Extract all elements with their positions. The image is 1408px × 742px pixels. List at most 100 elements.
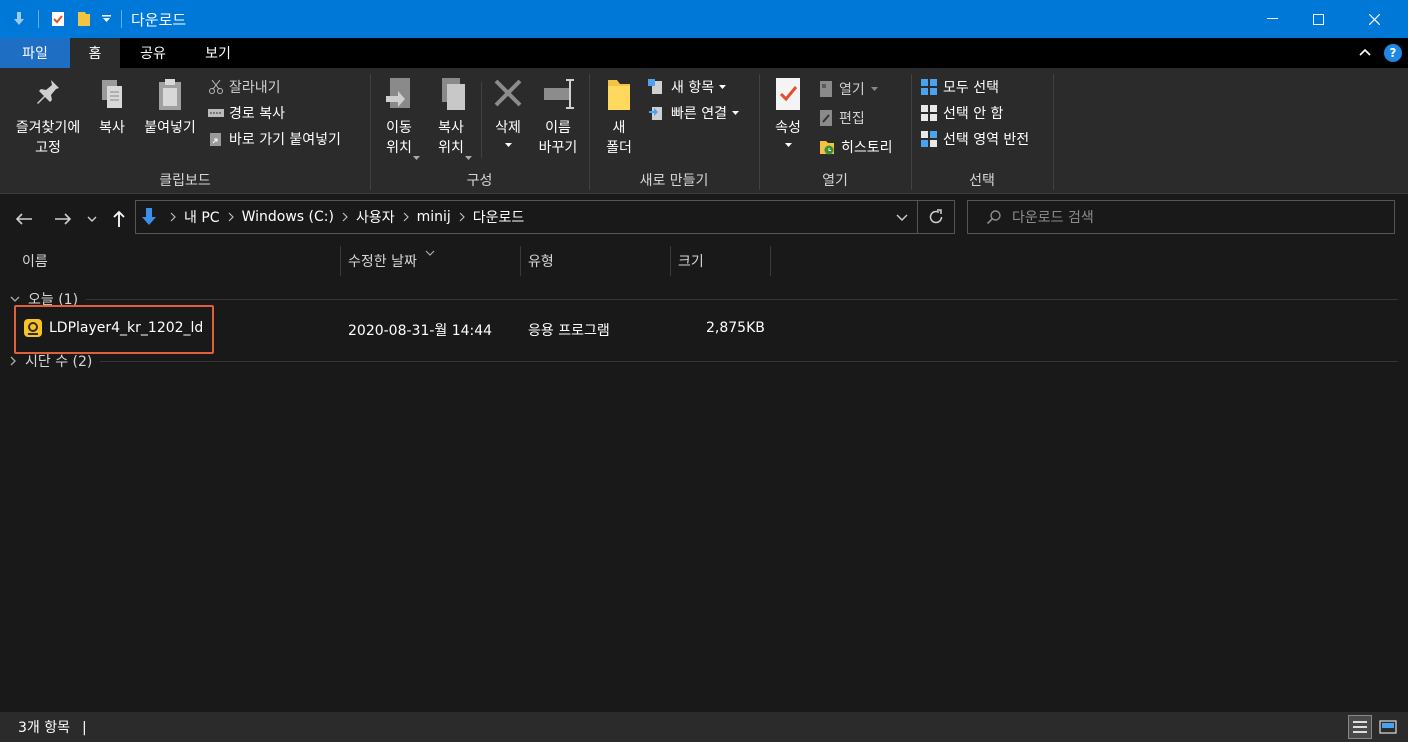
paste-shortcut-icon [210, 133, 221, 146]
properties-icon[interactable] [47, 11, 69, 27]
quick-access-toolbar [8, 0, 128, 38]
delete-label: 삭제 [495, 120, 521, 136]
back-button[interactable] [11, 206, 37, 232]
folder-icon [608, 80, 630, 110]
open-dropdown-icon [870, 87, 878, 91]
edit-button[interactable]: 편집 [818, 107, 865, 129]
group-label-open: 열기 [822, 173, 848, 189]
group-label-clipboard: 클립보드 [159, 173, 211, 189]
new-folder-button[interactable]: 새 폴더 [596, 76, 642, 158]
breadcrumb-downloads[interactable]: 다운로드 [466, 207, 532, 227]
copy-button[interactable]: 복사 [92, 76, 132, 138]
properties-dropdown-icon[interactable] [766, 138, 810, 148]
select-all-icon [921, 79, 937, 95]
group-label-select: 선택 [969, 173, 995, 189]
details-view-button[interactable] [1348, 715, 1372, 739]
new-item-icon [648, 79, 662, 94]
properties-label: 속성 [775, 120, 801, 136]
large-icons-view-button[interactable] [1376, 715, 1400, 739]
clipboard-icon [159, 79, 181, 110]
properties-button[interactable]: 속성 [766, 76, 810, 148]
pin-label: 즐겨찾기에 고정 [15, 120, 81, 156]
tab-file[interactable]: 파일 [0, 38, 70, 68]
sort-chevron-icon [425, 244, 435, 260]
selection-highlight-box [14, 305, 214, 354]
easy-access-icon [649, 107, 662, 120]
select-none-button[interactable]: 선택 안 함 [920, 102, 1003, 124]
select-none-icon [921, 105, 937, 121]
paste-label: 붙여넣기 [144, 120, 196, 136]
collapse-ribbon-icon[interactable] [1358, 45, 1372, 63]
new-item-dropdown-icon [719, 85, 727, 89]
breadcrumb-chevron-icon [170, 212, 176, 222]
easy-access-button[interactable]: 빠른 연결 [648, 102, 744, 124]
up-button[interactable] [106, 206, 132, 232]
details-view-icon [1353, 721, 1367, 733]
column-header-name[interactable]: 이름 [14, 244, 340, 278]
maximize-button[interactable] [1295, 0, 1341, 38]
breadcrumb-users[interactable]: 사용자 [349, 207, 402, 227]
tab-home[interactable]: 홈 [70, 38, 120, 68]
breadcrumb-minij[interactable]: minij [410, 209, 458, 225]
search-icon [986, 210, 1001, 225]
navigation-bar: 내 PC Windows (C:) 사용자 minij 다운로드 다운로드 검색 [0, 194, 1408, 244]
window-title: 다운로드 [131, 11, 187, 29]
select-all-button[interactable]: 모두 선택 [920, 76, 999, 98]
copy-to-dropdown-icon[interactable] [465, 148, 472, 164]
file-size: 2,875KB [706, 320, 765, 336]
delete-x-icon [494, 79, 522, 107]
search-input[interactable]: 다운로드 검색 [967, 200, 1395, 234]
refresh-button[interactable] [918, 209, 954, 225]
download-arrow-icon[interactable] [8, 12, 30, 26]
group-label-other: 시단 수 (2) [25, 354, 93, 370]
paste-shortcut-button[interactable]: 바로 가기 붙여넣기 [208, 128, 341, 150]
history-icon [820, 141, 834, 155]
minimize-button[interactable] [1249, 0, 1295, 38]
search-placeholder: 다운로드 검색 [1012, 210, 1094, 226]
invert-selection-icon [921, 131, 937, 147]
rename-button[interactable]: 이름 바꾸기 [532, 76, 584, 158]
column-headers: 이름 수정한 날짜 유형 크기 [0, 244, 1408, 278]
recent-locations-button[interactable] [82, 206, 102, 232]
breadcrumb-chevron-icon [342, 212, 348, 222]
breadcrumb-this-pc[interactable]: 내 PC [177, 207, 227, 227]
column-header-size[interactable]: 크기 [670, 244, 770, 278]
open-icon [820, 81, 832, 97]
tab-view[interactable]: 보기 [190, 38, 246, 68]
tab-share[interactable]: 공유 [126, 38, 180, 68]
breadcrumb-chevron-icon [228, 212, 234, 222]
address-bar[interactable]: 내 PC Windows (C:) 사용자 minij 다운로드 [135, 200, 955, 234]
file-row[interactable]: LDPlayer4_kr_1202_ld 2020-08-31-월 14:44 … [16, 314, 1396, 344]
group-header-other[interactable]: 시단 수 (2) [0, 350, 1398, 372]
close-button[interactable] [1341, 0, 1408, 38]
cut-button[interactable]: 잘라내기 [208, 76, 281, 98]
item-count: 3개 항목 | [18, 720, 87, 736]
move-to-dropdown-icon[interactable] [413, 148, 420, 164]
forward-arrow-icon [55, 213, 72, 225]
new-item-button[interactable]: 새 항목 [648, 76, 731, 98]
copy-path-button[interactable]: 경로 복사 [208, 102, 285, 124]
refresh-icon [929, 209, 943, 224]
forward-button[interactable] [50, 206, 76, 232]
group-collapsed-chevron-icon [10, 356, 16, 366]
delete-dropdown-icon[interactable] [488, 138, 528, 148]
copy-to-button[interactable]: 복사 위치 [428, 76, 474, 158]
group-label-organize: 구성 [466, 173, 493, 189]
column-header-type[interactable]: 유형 [520, 244, 670, 278]
new-folder-icon[interactable] [73, 11, 95, 27]
address-history-dropdown[interactable] [887, 214, 917, 221]
pin-to-quick-access-button[interactable]: 즐겨찾기에 고정 [6, 76, 90, 158]
open-button[interactable]: 열기 [818, 78, 883, 100]
invert-selection-button[interactable]: 선택 영역 반전 [920, 128, 1029, 150]
history-button[interactable]: 히스토리 [818, 136, 893, 158]
move-to-button[interactable]: 이동 위치 [376, 76, 422, 158]
ribbon: 즐겨찾기에 고정 복사 붙여넣기 잘라내기 경로 복사 바로 가기 붙여넣기 클… [0, 68, 1408, 194]
paste-button[interactable]: 붙여넣기 [138, 76, 202, 138]
copy-icon [102, 80, 122, 108]
delete-button[interactable]: 삭제 [488, 76, 528, 148]
customize-toolbar-icon[interactable] [97, 15, 115, 23]
up-arrow-icon [113, 210, 125, 227]
help-icon[interactable]: ? [1384, 44, 1402, 62]
chevron-down-icon [896, 214, 908, 221]
breadcrumb-windows-c[interactable]: Windows (C:) [235, 209, 341, 225]
